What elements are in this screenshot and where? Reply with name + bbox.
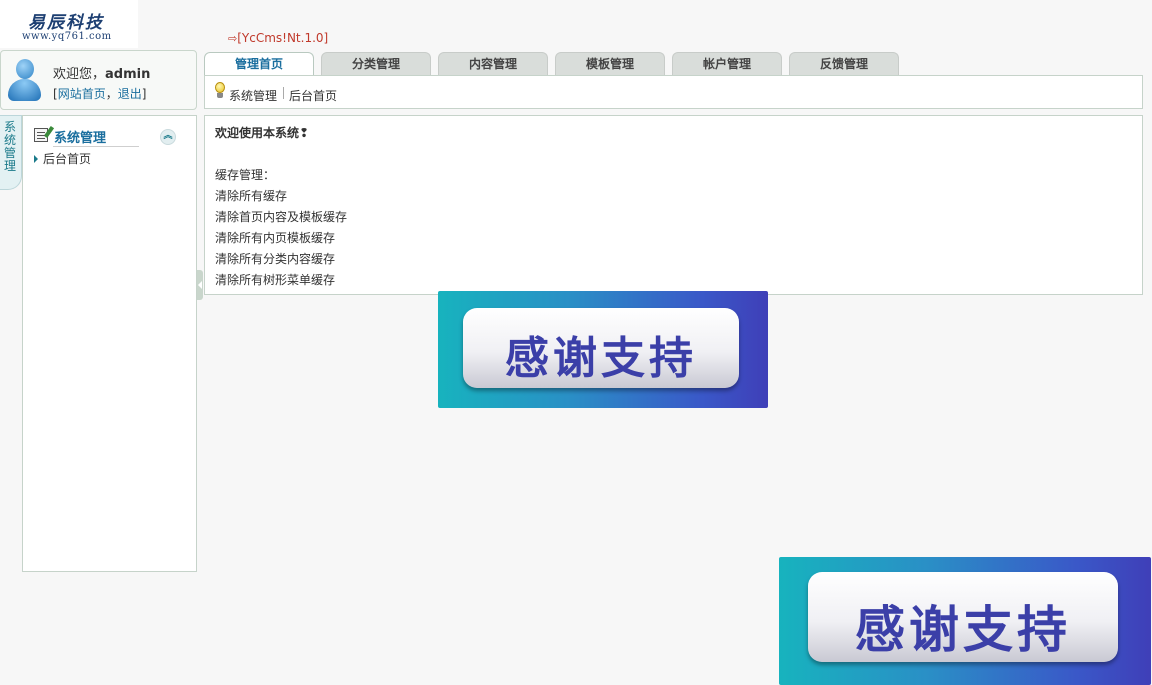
logo-name: 易辰科技	[28, 13, 104, 33]
tab-account[interactable]: 帐户管理	[672, 52, 782, 76]
thanks-banner-corner[interactable]: 感谢支持	[779, 557, 1151, 685]
arrow-right-icon: ⇨	[228, 32, 238, 45]
tab-feedback[interactable]: 反馈管理	[789, 52, 899, 76]
splitter-handle[interactable]	[197, 270, 203, 300]
main-content: 欢迎使用本系统❢ 缓存管理： 清除所有缓存 清除首页内容及模板缓存 清除所有内页…	[204, 115, 1143, 295]
triangle-right-icon	[34, 155, 38, 163]
clear-all-cache-link[interactable]: 清除所有缓存	[215, 187, 287, 204]
user-panel: 欢迎您，admin [网站首页，退出]	[0, 50, 197, 110]
username: admin	[105, 67, 151, 82]
banner-button: 感谢支持	[808, 572, 1118, 662]
clear-home-cache-link[interactable]: 清除首页内容及模板缓存	[215, 208, 347, 225]
collapse-icon[interactable]: ︽	[160, 129, 176, 145]
sidetab-system[interactable]: 系统管理	[0, 115, 22, 190]
sidebar-item-admin-home[interactable]: 后台首页	[34, 150, 91, 167]
banner-text: 感谢支持	[855, 601, 1071, 659]
tab-category[interactable]: 分类管理	[321, 52, 431, 76]
sidetab-label: 系统管理	[4, 120, 17, 173]
welcome-prefix: 欢迎您，	[53, 67, 106, 82]
breadcrumb-page: 后台首页	[289, 89, 338, 103]
user-links: [网站首页，退出]	[53, 87, 147, 101]
welcome-text: 欢迎您，admin	[53, 63, 150, 82]
banner-button: 感谢支持	[463, 308, 739, 388]
thanks-banner[interactable]: 感谢支持	[438, 291, 768, 408]
menu-divider	[53, 146, 139, 147]
avatar-icon	[7, 59, 41, 103]
tab-content[interactable]: 内容管理	[438, 52, 548, 76]
logo-url: www.yq761.com	[22, 31, 112, 42]
clear-tree-menu-cache-link[interactable]: 清除所有树形菜单缓存	[215, 271, 335, 288]
breadcrumb-divider	[283, 87, 284, 99]
logout-link[interactable]: 退出	[118, 87, 142, 101]
site-logo: 易辰科技 www.yq761.com	[0, 0, 138, 48]
lightbulb-icon	[214, 82, 226, 100]
cache-label: 缓存管理：	[215, 168, 276, 182]
banner-text: 感谢支持	[505, 333, 697, 384]
menu-title: 系统管理	[54, 131, 107, 146]
breadcrumb-section: 系统管理	[229, 89, 278, 103]
sidebar-menu: 系统管理 ︽ 后台首页	[22, 115, 197, 572]
edit-list-icon	[34, 125, 55, 142]
breadcrumb: 系统管理 后台首页	[204, 75, 1143, 109]
tab-template[interactable]: 模板管理	[555, 52, 665, 76]
version-text: [YcCms!Nt.1.0]	[237, 31, 329, 45]
clear-category-cache-link[interactable]: 清除所有分类内容缓存	[215, 250, 335, 267]
version-label: ⇨[YcCms!Nt.1.0]	[228, 31, 328, 45]
site-home-link[interactable]: 网站首页	[58, 87, 106, 101]
clear-inner-template-cache-link[interactable]: 清除所有内页模板缓存	[215, 229, 335, 246]
content-title: 欢迎使用本系统❢	[215, 126, 310, 140]
sidebar-item-label: 后台首页	[43, 152, 92, 166]
tab-admin-home[interactable]: 管理首页	[204, 52, 314, 77]
